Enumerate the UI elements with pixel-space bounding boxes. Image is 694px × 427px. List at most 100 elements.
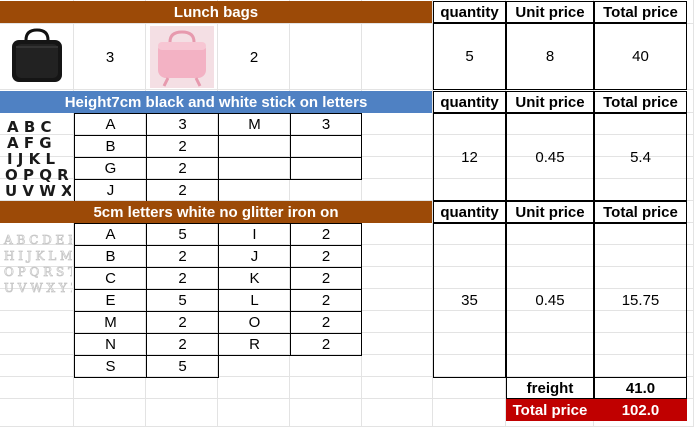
letter-cell[interactable]: J <box>74 179 147 202</box>
total-price-value[interactable]: 102.0 <box>594 399 687 421</box>
grid-cell[interactable] <box>218 355 290 377</box>
letter-cell[interactable]: B <box>74 245 147 268</box>
stick-letters-quantity[interactable]: 12 <box>433 113 506 201</box>
letter-qty-cell[interactable]: 2 <box>290 267 362 290</box>
grid-cell[interactable] <box>433 399 506 427</box>
grid-cell[interactable] <box>362 267 433 289</box>
letter-qty-cell[interactable]: 2 <box>146 245 219 268</box>
header-quantity[interactable]: quantity <box>433 201 506 223</box>
lunch-bag-pink-qty[interactable]: 2 <box>218 24 290 90</box>
letter-qty-cell[interactable]: 2 <box>146 267 219 290</box>
grid-cell[interactable] <box>362 24 433 90</box>
grid-cell[interactable] <box>362 135 433 157</box>
letter-qty-cell[interactable]: 5 <box>146 355 219 378</box>
header-unit-price[interactable]: Unit price <box>506 201 594 223</box>
letter-qty-cell[interactable]: 2 <box>146 333 219 356</box>
grid-cell[interactable] <box>290 355 362 377</box>
header-total-price[interactable]: Total price <box>594 1 687 23</box>
grid-cell[interactable] <box>433 377 506 399</box>
grid-cell[interactable] <box>290 377 362 399</box>
letter-qty-cell[interactable]: 5 <box>146 223 219 246</box>
header-quantity[interactable]: quantity <box>433 1 506 23</box>
letter-qty-cell[interactable]: 2 <box>146 135 219 158</box>
freight-label[interactable]: freight <box>506 377 594 399</box>
letter-cell[interactable]: C <box>74 267 147 290</box>
grid-cell[interactable] <box>290 24 362 90</box>
letter-cell[interactable] <box>218 157 291 180</box>
grid-cell[interactable] <box>218 399 290 427</box>
grid-cell[interactable] <box>146 377 218 399</box>
letter-qty-cell[interactable] <box>290 135 362 158</box>
header-total-price[interactable]: Total price <box>594 91 687 113</box>
letter-qty-cell[interactable]: 2 <box>290 333 362 356</box>
grid-cell[interactable] <box>0 311 74 333</box>
lunch-bags-quantity[interactable]: 5 <box>433 23 506 90</box>
letter-cell[interactable]: N <box>74 333 147 356</box>
letter-qty-cell[interactable]: 2 <box>146 311 219 334</box>
grid-cell[interactable] <box>218 377 290 399</box>
letter-cell[interactable]: A <box>74 223 147 246</box>
grid-cell[interactable] <box>290 399 362 427</box>
letter-cell[interactable]: G <box>74 157 147 180</box>
header-total-price[interactable]: Total price <box>594 201 687 223</box>
header-unit-price[interactable]: Unit price <box>506 91 594 113</box>
letter-cell[interactable]: J <box>218 245 291 268</box>
lunch-bags-unit-price[interactable]: 8 <box>506 23 594 90</box>
header-unit-price[interactable]: Unit price <box>506 1 594 23</box>
letter-qty-cell[interactable]: 2 <box>290 311 362 334</box>
letter-cell[interactable]: M <box>218 113 291 136</box>
letter-cell[interactable] <box>218 135 291 158</box>
letter-cell[interactable]: M <box>74 311 147 334</box>
grid-cell[interactable] <box>0 333 74 355</box>
grid-cell[interactable] <box>0 355 74 377</box>
grid-cell[interactable] <box>362 333 433 355</box>
header-quantity[interactable]: quantity <box>433 91 506 113</box>
letter-qty-cell[interactable]: 3 <box>146 113 219 136</box>
letter-cell[interactable]: A <box>74 113 147 136</box>
letter-qty-cell[interactable]: 3 <box>290 113 362 136</box>
stick-letters-total-price[interactable]: 5.4 <box>594 113 687 201</box>
grid-cell[interactable] <box>362 245 433 267</box>
letter-cell[interactable]: S <box>74 355 147 378</box>
grid-cell[interactable] <box>290 179 362 201</box>
letter-cell[interactable]: R <box>218 333 291 356</box>
freight-value[interactable]: 41.0 <box>594 377 687 399</box>
iron-letters-total-price[interactable]: 15.75 <box>594 223 687 378</box>
letter-cell[interactable]: B <box>74 135 147 158</box>
grid-cell[interactable] <box>362 113 433 135</box>
grid-cell[interactable] <box>362 223 433 245</box>
letter-qty-cell[interactable]: 2 <box>290 289 362 312</box>
letter-cell[interactable]: I <box>218 223 291 246</box>
grid-cell[interactable] <box>74 377 146 399</box>
grid-cell[interactable] <box>362 399 433 427</box>
stick-letters-unit-price[interactable]: 0.45 <box>506 113 594 201</box>
letter-cell[interactable]: K <box>218 267 291 290</box>
total-price-label[interactable]: Total price <box>506 399 594 421</box>
grid-cell[interactable] <box>362 157 433 179</box>
grid-cell[interactable] <box>0 377 74 399</box>
section-title-lunch-bags[interactable]: Lunch bags <box>0 1 432 23</box>
letter-cell[interactable]: L <box>218 289 291 312</box>
letter-qty-cell[interactable]: 2 <box>290 245 362 268</box>
letter-qty-cell[interactable] <box>290 157 362 180</box>
grid-cell[interactable] <box>362 311 433 333</box>
iron-letters-unit-price[interactable]: 0.45 <box>506 223 594 378</box>
letter-cell[interactable]: E <box>74 289 147 312</box>
section-title-stick-on-letters[interactable]: Height7cm black and white stick on lette… <box>0 91 432 113</box>
letter-qty-cell[interactable]: 5 <box>146 289 219 312</box>
iron-letters-quantity[interactable]: 35 <box>433 223 506 378</box>
grid-cell[interactable] <box>146 399 218 427</box>
grid-cell[interactable] <box>74 399 146 427</box>
letter-qty-cell[interactable]: 2 <box>146 179 219 202</box>
letter-qty-cell[interactable]: 2 <box>290 223 362 246</box>
grid-cell[interactable] <box>362 289 433 311</box>
lunch-bag-black-qty[interactable]: 3 <box>74 24 146 90</box>
grid-cell[interactable] <box>362 179 433 201</box>
grid-cell[interactable] <box>0 399 74 427</box>
letter-qty-cell[interactable]: 2 <box>146 157 219 180</box>
lunch-bags-total-price[interactable]: 40 <box>594 23 687 90</box>
grid-cell[interactable] <box>218 179 290 201</box>
letter-cell[interactable]: O <box>218 311 291 334</box>
grid-cell[interactable] <box>362 355 433 377</box>
grid-cell[interactable] <box>362 377 433 399</box>
